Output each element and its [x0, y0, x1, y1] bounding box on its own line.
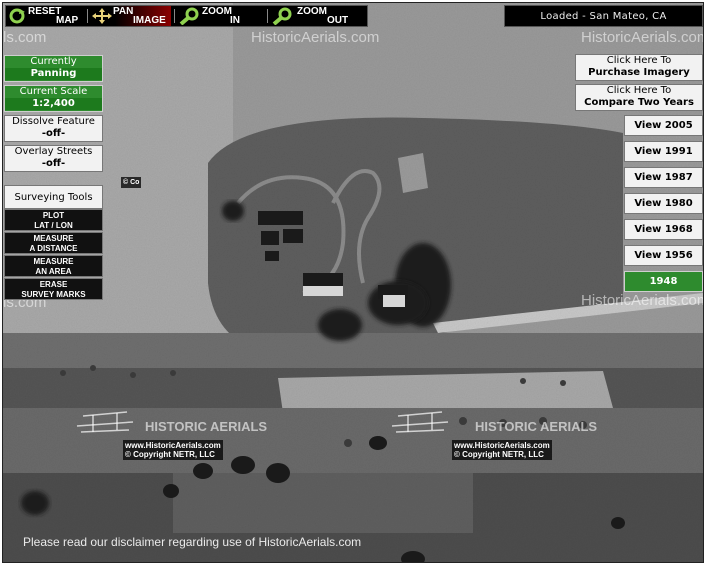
- view-1956-button[interactable]: View 1956: [624, 245, 703, 266]
- toolbar-divider: [87, 9, 88, 23]
- overlay-streets-toggle[interactable]: Overlay Streets -off-: [4, 145, 103, 172]
- measure-area-button[interactable]: MEASURE AN AREA: [4, 255, 103, 277]
- reset-map-button[interactable]: RESET MAP: [6, 6, 84, 26]
- zoom-in-icon: [179, 7, 199, 25]
- current-mode-indicator: Currently Panning: [4, 55, 103, 82]
- view-1980-button[interactable]: View 1980: [624, 193, 703, 214]
- view-2005-button[interactable]: View 2005: [624, 115, 703, 136]
- biplane-watermark-icon: [391, 411, 449, 433]
- historic-aerials-logo-right: HISTORIC AERIALS: [475, 419, 598, 434]
- watermark-copyright-left: © Co: [121, 177, 142, 188]
- disclaimer-link[interactable]: Please read our disclaimer regarding use…: [23, 535, 361, 549]
- view-1991-button[interactable]: View 1991: [624, 141, 703, 162]
- reset-icon: [9, 8, 25, 24]
- purchase-imagery-button[interactable]: Click Here To Purchase Imagery: [575, 54, 703, 81]
- view-1968-button[interactable]: View 1968: [624, 219, 703, 240]
- location-status: Loaded - San Mateo, CA: [504, 5, 703, 27]
- measure-distance-button[interactable]: MEASURE A DISTANCE: [4, 232, 103, 254]
- watermark-credit-left: www.HistoricAerials.com © Copyright NETR…: [123, 440, 223, 460]
- toolbar-divider: [174, 9, 175, 23]
- zoom-out-button[interactable]: ZOOM OUT: [271, 6, 361, 26]
- dissolve-feature-toggle[interactable]: Dissolve Feature -off-: [4, 115, 103, 142]
- surveying-tools-header: Surveying Tools: [4, 185, 103, 209]
- watermark-text-left: ls.com: [3, 29, 47, 46]
- map-viewport[interactable]: ls.com HistoricAerials.com HistoricAeria…: [2, 2, 704, 563]
- zoom-in-button[interactable]: ZOOM IN: [178, 6, 264, 26]
- map-toolbar: RESET MAP PAN IMAGE ZOOM IN ZOOM OUT: [5, 5, 368, 27]
- pan-image-button[interactable]: PAN IMAGE: [91, 6, 171, 26]
- watermark-text-right-lower: HistoricAerials.com: [581, 292, 704, 309]
- watermark-credit-right: www.HistoricAerials.com © Copyright NETR…: [452, 440, 552, 460]
- historic-aerials-logo-left: HISTORIC AERIALS: [145, 419, 268, 434]
- zoom-out-icon: [272, 7, 292, 25]
- plot-lat-lon-button[interactable]: PLOT LAT / LON: [4, 209, 103, 231]
- watermark-text-center: HistoricAerials.com: [251, 29, 380, 46]
- pan-arrows-icon: [92, 8, 112, 24]
- watermark-text-right: HistoricAerials.com: [581, 29, 704, 46]
- year-1948-selected[interactable]: 1948: [624, 271, 703, 292]
- erase-survey-marks-button[interactable]: ERASE SURVEY MARKS: [4, 278, 103, 300]
- view-1987-button[interactable]: View 1987: [624, 167, 703, 188]
- compare-two-years-button[interactable]: Click Here To Compare Two Years: [575, 84, 703, 111]
- toolbar-divider: [267, 9, 268, 23]
- current-scale-indicator: Current Scale 1:2,400: [4, 85, 103, 112]
- biplane-watermark-icon: [76, 411, 134, 433]
